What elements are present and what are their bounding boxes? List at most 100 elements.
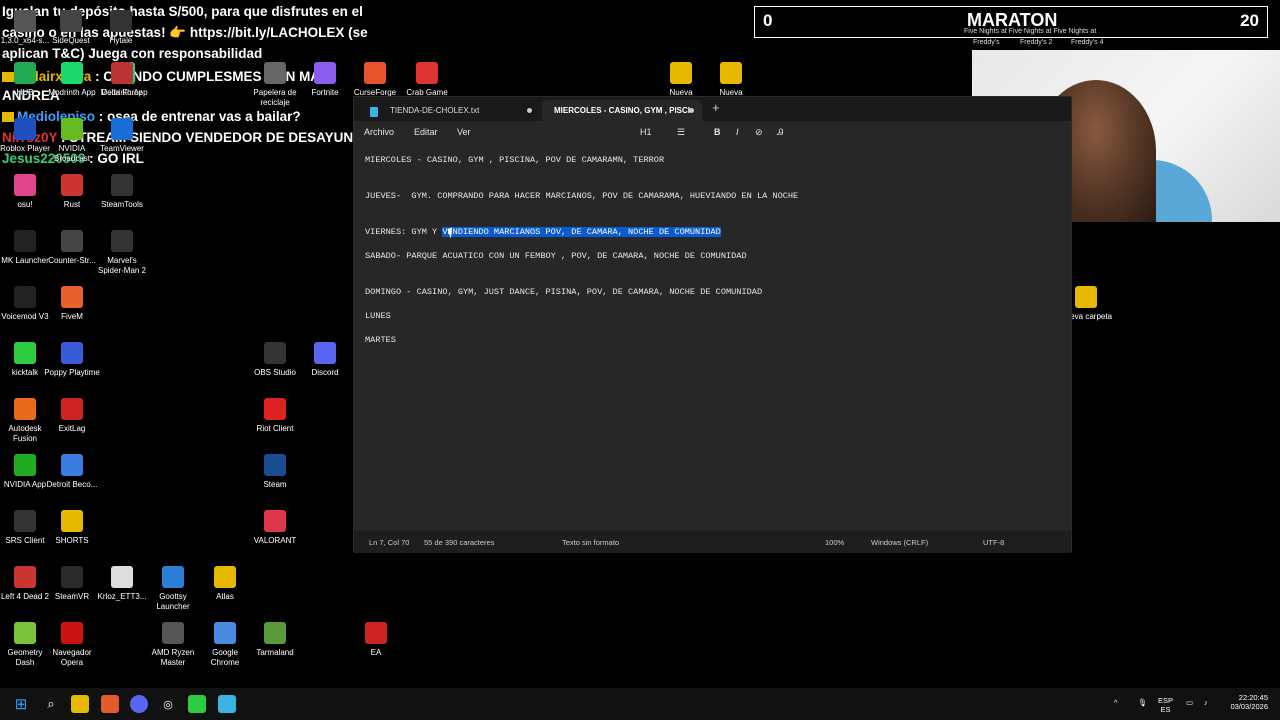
desktop-icon[interactable]: Steam: [247, 454, 303, 490]
desktop-icon[interactable]: Discord: [297, 342, 353, 378]
chat-text: aplican T&C) Juega con responsabilidad: [2, 46, 263, 61]
menu-ver[interactable]: Ver: [457, 127, 471, 137]
desktop-icon[interactable]: VALORANT: [247, 510, 303, 546]
icon-label: TeamViewer: [100, 144, 144, 153]
rust-icon: [61, 174, 83, 196]
desktop-icon[interactable]: SteamTools: [94, 174, 150, 210]
desktop-icon[interactable]: SteamVR: [44, 566, 100, 602]
menu-archivo[interactable]: Archivo: [364, 127, 394, 137]
desktop-icon[interactable]: Krloz_ETT3...: [94, 566, 150, 602]
status-encoding[interactable]: UTF-8: [983, 538, 1004, 547]
desktop-icon[interactable]: Goottsy Launcher: [145, 566, 201, 612]
desktop-icon[interactable]: Nueva: [703, 62, 759, 98]
microphone-icon[interactable]: 🎙: [1138, 698, 1148, 707]
volume-icon[interactable]: ♪: [1204, 698, 1208, 707]
detroit-icon: [61, 454, 83, 476]
desktop-icon[interactable]: EA: [348, 622, 404, 658]
notepad-window[interactable]: TIENDA-DE-CHOLEX.txt MIERCOLES - CASINO,…: [353, 96, 1072, 553]
desktop-icon[interactable]: Google Chrome: [197, 622, 253, 668]
text-line: MARTES: [365, 335, 396, 345]
text-editor[interactable]: MIERCOLES - CASINO, GYM , PISCINA, POV D…: [354, 143, 1071, 531]
scoreboard-subtitle: Five Nights at Five Nights at Five Night…: [964, 28, 1097, 35]
text-line: MIERCOLES - CASINO, GYM , PISCINA, POV D…: [365, 155, 665, 165]
text-line: SABADO- PARQUE ACUATICO CON UN FEMBOY , …: [365, 251, 747, 261]
tab-tienda[interactable]: TIENDA-DE-CHOLEX.txt: [364, 100, 540, 121]
desktop-icon[interactable]: Riot Client: [247, 398, 303, 434]
ea-icon: [365, 622, 387, 644]
icon-label: SteamTools: [101, 200, 143, 209]
new-tab-plus-icon[interactable]: +: [712, 100, 720, 115]
desktop-icon[interactable]: AMD Ryzen Master: [145, 622, 201, 668]
discord-icon: [314, 342, 336, 364]
file-explorer-icon[interactable]: [71, 695, 89, 713]
desktop-icon[interactable]: Nueva: [653, 62, 709, 98]
steamtools-icon: [111, 174, 133, 196]
desktop-icon[interactable]: Atlas: [197, 566, 253, 602]
status-chars: 55 de 390 caracteres: [424, 538, 495, 547]
score-right: 20: [1240, 11, 1259, 30]
icon-label: Poppy Playtime: [44, 368, 100, 377]
desktop-icon[interactable]: NVIDIA Broadcast: [44, 118, 100, 164]
desktop-icon[interactable]: CurseForge: [347, 62, 403, 98]
link-icon[interactable]: ⊘: [755, 127, 763, 138]
list-icon[interactable]: ☰: [677, 127, 685, 138]
desktop-icon[interactable]: Detroit Beco...: [44, 454, 100, 490]
desktop-icon[interactable]: Modrinth App: [44, 62, 100, 98]
opera-icon: [61, 622, 83, 644]
bold-icon[interactable]: B: [714, 127, 721, 137]
status-eol[interactable]: Windows (CRLF): [871, 538, 928, 547]
icon-label: FiveM: [61, 312, 83, 321]
desktop-icon[interactable]: Counter-Str...: [44, 230, 100, 266]
clear-format-icon[interactable]: Ꭿ: [777, 127, 784, 138]
l4d2-icon: [14, 566, 36, 588]
icon-label: Fortnite: [311, 88, 339, 97]
menu-editar[interactable]: Editar: [414, 127, 438, 137]
folder-icon: [1075, 286, 1097, 308]
counter-strike-icon: [61, 230, 83, 252]
search-icon[interactable]: ⌕: [42, 695, 60, 713]
tab-bar: TIENDA-DE-CHOLEX.txt MIERCOLES - CASINO,…: [354, 97, 1071, 121]
valorant-icon: [264, 510, 286, 532]
kick-taskbar-icon[interactable]: [188, 695, 206, 713]
windows-start-icon[interactable]: ⊞: [12, 695, 30, 713]
desktop-icon[interactable]: Navegador Opera: [44, 622, 100, 668]
desktop-icon[interactable]: ExitLag: [44, 398, 100, 434]
language-indicator[interactable]: ESP ES: [1158, 696, 1173, 714]
clock[interactable]: 22:20:45 03/03/2026: [1226, 693, 1268, 711]
brave-icon[interactable]: [101, 695, 119, 713]
obs-taskbar-icon[interactable]: ◎: [159, 695, 177, 713]
tab-miercoles[interactable]: MIERCOLES - CASINO, GYM , PISCI: [542, 100, 702, 121]
desktop-icon[interactable]: Poppy Playtime: [44, 342, 100, 378]
italic-icon[interactable]: I: [736, 127, 739, 137]
desktop-icon[interactable]: Crab Game: [399, 62, 455, 98]
fivem-icon: [61, 286, 83, 308]
voicemod-icon: [14, 286, 36, 308]
status-zoom[interactable]: 100%: [825, 538, 844, 547]
desktop-icon[interactable]: FiveM: [44, 286, 100, 322]
network-icon[interactable]: ▭: [1186, 698, 1193, 707]
icon-label: Detroit Beco...: [46, 480, 98, 489]
desktop-icon[interactable]: Delta Force: [94, 62, 150, 98]
desktop-icon[interactable]: Papelera de reciclaje: [247, 62, 303, 108]
steam-icon: [264, 454, 286, 476]
icon-label: SideQuest: [52, 36, 90, 45]
menu-bar: Archivo Editar Ver H1 ☰ B I ⊘ Ꭿ: [354, 121, 1071, 143]
tray-chevron-icon[interactable]: ^: [1114, 698, 1118, 707]
desktop-icon[interactable]: Tarmaland: [247, 622, 303, 658]
desktop-icon[interactable]: SHORTS: [44, 510, 100, 546]
discord-taskbar-icon[interactable]: [130, 695, 148, 713]
desktop-icon[interactable]: Hytale: [93, 10, 149, 46]
folder-icon: [670, 62, 692, 84]
desktop-icon[interactable]: SideQuest: [43, 10, 99, 46]
delta-force-icon: [111, 62, 133, 84]
desktop-icon[interactable]: Fortnite: [297, 62, 353, 98]
desktop-icon[interactable]: Marvel's Spider-Man 2: [94, 230, 150, 276]
tab-label: MIERCOLES - CASINO, GYM , PISCI: [554, 106, 691, 115]
curseforge-icon: [364, 62, 386, 84]
notepad-taskbar-icon[interactable]: [218, 695, 236, 713]
heading-dropdown[interactable]: H1: [640, 127, 652, 137]
desktop-icon[interactable]: TeamViewer: [94, 118, 150, 154]
desktop-icon[interactable]: Rust: [44, 174, 100, 210]
srs-icon: [14, 510, 36, 532]
desktop-icon[interactable]: OBS Studio: [247, 342, 303, 378]
